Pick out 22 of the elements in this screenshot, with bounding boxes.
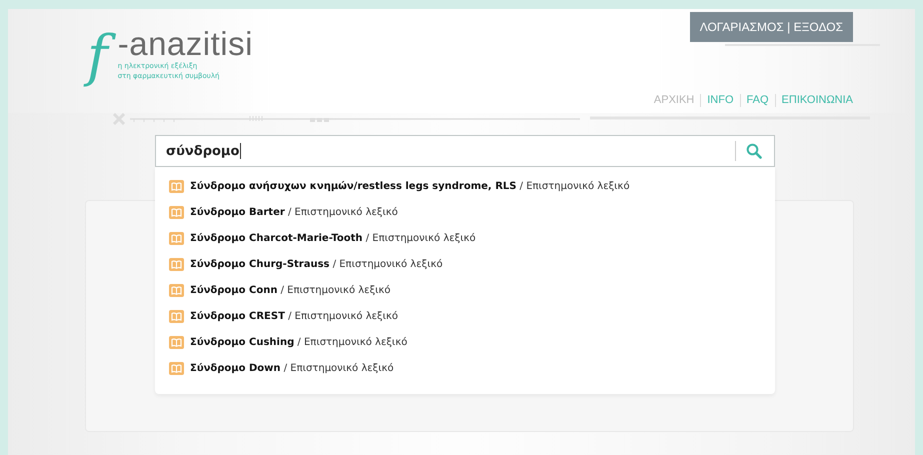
- book-icon: [169, 232, 184, 244]
- suggestion-item[interactable]: Σύνδρομο Charcot-Marie-Tooth / Επιστημονικό λεξικό: [155, 225, 775, 251]
- suggestion-item[interactable]: Σύνδρομο CREST / Επιστημονικό λεξικό: [155, 303, 775, 329]
- search-field[interactable]: σύνδρομο: [155, 135, 775, 167]
- suggestion-item[interactable]: Σύνδρομο Down / Επιστημονικό λεξικό: [155, 355, 775, 381]
- book-icon: [169, 180, 184, 192]
- suggestion-item[interactable]: Σύνδρομο Barter / Επιστημονικό λεξικό: [155, 199, 775, 225]
- suggestion-item[interactable]: Σύνδρομο ανήσυχων κνημών/restless legs syndrome, RLS / Επιστημονικό λεξικό: [155, 173, 775, 199]
- suggestion-item[interactable]: Σύνδρομο Churg-Strauss / Επιστημονικό λεξικό: [155, 251, 775, 277]
- book-icon: [169, 362, 184, 374]
- book-icon: [169, 206, 184, 218]
- search-icon[interactable]: [746, 143, 762, 159]
- suggestion-item[interactable]: Σύνδρομο Cushing / Επιστημονικό λεξικό: [155, 329, 775, 355]
- book-icon: [169, 310, 184, 322]
- search-text: σύνδρομο: [166, 144, 240, 158]
- suggestion-item[interactable]: Σύνδρομο Conn / Επιστημονικό λεξικό: [155, 277, 775, 303]
- logo-mark: f: [83, 19, 116, 95]
- book-icon: [169, 336, 184, 348]
- logo-name: -anazitisi: [118, 27, 253, 61]
- book-icon: [169, 258, 184, 270]
- book-icon: [169, 284, 184, 296]
- account-logout-button[interactable]: ΛΟΓΑΡΙΑΣΜΟΣ | ΕΞΟΔΟΣ: [690, 12, 853, 42]
